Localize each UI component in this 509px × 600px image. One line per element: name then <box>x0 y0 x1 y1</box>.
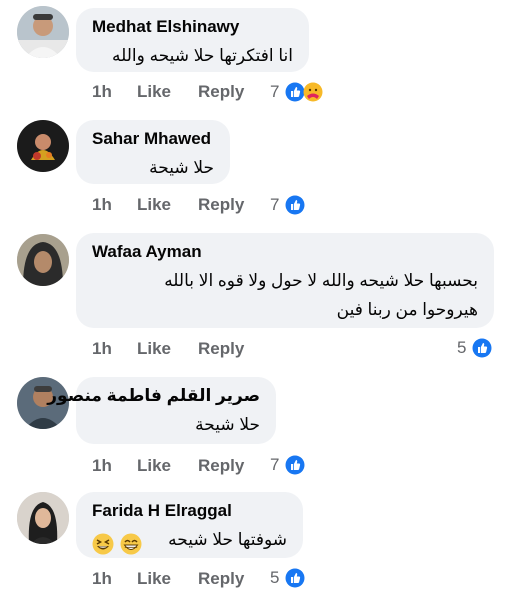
reaction-summary[interactable]: 5 <box>270 567 310 589</box>
comment-text: شوفتها حلا شيحه <box>92 525 287 557</box>
comment-text: انا افتكرتها حلا شيحه والله <box>92 41 293 70</box>
reaction-summary[interactable]: 7 <box>270 81 330 103</box>
reaction-count: 7 <box>270 195 280 214</box>
comment-author[interactable]: صرير القلم فاطمة منصور <box>47 386 260 406</box>
comment-text: بحسبها حلا شيحه والله لا حول ولا قوه الا… <box>92 266 478 324</box>
like-button[interactable]: Like <box>137 338 171 360</box>
like-reaction-icon <box>285 82 305 102</box>
avatar[interactable] <box>17 492 69 544</box>
reply-button[interactable]: Reply <box>198 194 244 216</box>
comment-timestamp[interactable]: 1h <box>92 338 112 360</box>
comment-text-line: حلا شيحة <box>195 415 260 434</box>
comment-timestamp[interactable]: 1h <box>92 81 112 103</box>
comment-text-line: هيروحوا من ربنا فين <box>336 300 478 319</box>
comment-timestamp[interactable]: 1h <box>92 568 112 590</box>
comment-bubble: صرير القلم فاطمة منصور حلا شيحة <box>47 377 276 444</box>
like-button[interactable]: Like <box>137 194 171 216</box>
beaming-face-emoji <box>120 533 142 555</box>
comment-author[interactable]: Farida H Elraggal <box>92 501 287 521</box>
comment-bubble: Medhat Elshinawy انا افتكرتها حلا شيحه و… <box>76 8 309 72</box>
like-button[interactable]: Like <box>137 455 171 477</box>
reaction-count: 5 <box>457 338 467 357</box>
comment-timestamp[interactable]: 1h <box>92 194 112 216</box>
avatar[interactable] <box>17 234 69 286</box>
avatar[interactable] <box>17 120 69 172</box>
reaction-summary[interactable]: 5 <box>457 337 497 359</box>
reply-button[interactable]: Reply <box>198 455 244 477</box>
comment-timestamp[interactable]: 1h <box>92 455 112 477</box>
comment-list: Medhat Elshinawy انا افتكرتها حلا شيحه و… <box>0 0 509 600</box>
comment-bubble: Wafaa Ayman بحسبها حلا شيحه والله لا حول… <box>76 233 494 328</box>
comment-text-line: انا افتكرتها حلا شيحه والله <box>112 46 293 65</box>
care-reaction-icon <box>303 82 323 102</box>
like-reaction-icon <box>285 568 305 588</box>
comment-author[interactable]: Sahar Mhawed <box>92 129 214 149</box>
avatar[interactable] <box>17 6 69 58</box>
reaction-summary[interactable]: 7 <box>270 194 310 216</box>
reply-button[interactable]: Reply <box>198 568 244 590</box>
like-button[interactable]: Like <box>137 568 171 590</box>
reply-button[interactable]: Reply <box>198 81 244 103</box>
comment-text-line: حلا شيحة <box>149 158 214 177</box>
like-reaction-icon <box>285 455 305 475</box>
reply-button[interactable]: Reply <box>198 338 244 360</box>
comment-text: حلا شيحة <box>92 153 214 182</box>
comment-author[interactable]: Wafaa Ayman <box>92 242 478 262</box>
comment-text: حلا شيحة <box>92 410 260 439</box>
emoji-group <box>92 528 143 557</box>
reaction-summary[interactable]: 7 <box>270 454 310 476</box>
reaction-count: 7 <box>270 82 280 101</box>
comment-bubble: Sahar Mhawed حلا شيحة <box>76 120 230 184</box>
like-reaction-icon <box>472 338 492 358</box>
comment-text-line: بحسبها حلا شيحه والله لا حول ولا قوه الا… <box>164 271 478 290</box>
reaction-count: 7 <box>270 455 280 474</box>
comment-author[interactable]: Medhat Elshinawy <box>92 17 293 37</box>
reaction-count: 5 <box>270 568 280 587</box>
grinning-squinting-face-emoji <box>92 533 114 555</box>
like-button[interactable]: Like <box>137 81 171 103</box>
like-reaction-icon <box>285 195 305 215</box>
comment-bubble: Farida H Elraggal شوفتها حلا شيحه <box>76 492 303 558</box>
